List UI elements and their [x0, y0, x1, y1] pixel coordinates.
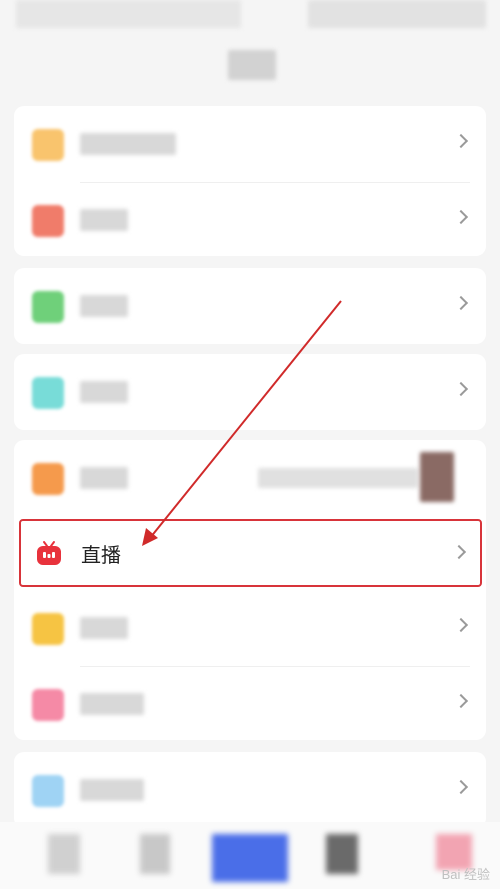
bottom-nav [0, 822, 500, 889]
annotation-arrow [142, 300, 342, 546]
nav-item-blurred[interactable] [140, 834, 170, 874]
nav-item-blurred[interactable] [48, 834, 80, 874]
watermark: Bai 经验 [441, 867, 490, 882]
nav-item-blurred[interactable] [326, 834, 358, 874]
nav-item-blurred[interactable] [212, 834, 288, 882]
